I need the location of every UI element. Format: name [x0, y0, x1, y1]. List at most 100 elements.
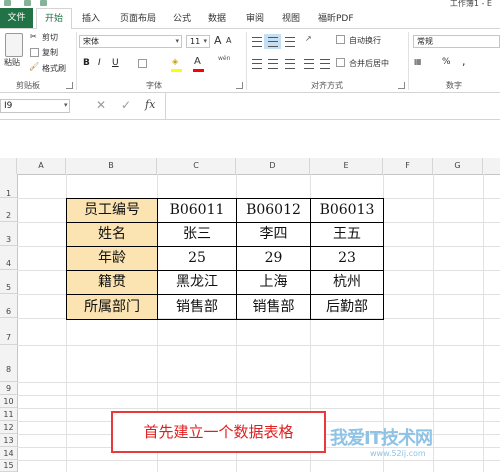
align-bottom-icon[interactable]: [285, 37, 295, 47]
paste-icon[interactable]: [5, 33, 23, 57]
column-header-b[interactable]: B: [66, 158, 157, 174]
row-header-15[interactable]: 15: [0, 460, 17, 472]
underline-button[interactable]: U: [112, 58, 119, 68]
enter-icon[interactable]: ✓: [121, 98, 131, 112]
name-box[interactable]: I9: [0, 99, 70, 113]
grow-font-button[interactable]: A: [214, 34, 222, 47]
cut-button[interactable]: 剪切: [42, 32, 58, 43]
copy-icon[interactable]: [30, 48, 39, 57]
merge-center-icon[interactable]: [336, 58, 345, 67]
copy-button[interactable]: 复制: [42, 47, 58, 58]
row-header-7[interactable]: 7: [0, 318, 17, 345]
tab-insert[interactable]: 插入: [82, 11, 100, 24]
table-cell[interactable]: B06013: [310, 198, 384, 223]
row-header-1[interactable]: 1: [0, 174, 17, 198]
shrink-font-button[interactable]: A: [226, 36, 231, 45]
cut-icon[interactable]: ✂: [30, 32, 37, 41]
comma-button[interactable]: ,: [462, 55, 466, 68]
row-header-9[interactable]: 9: [0, 382, 17, 395]
tab-file[interactable]: 文件: [0, 8, 33, 28]
fill-color-icon[interactable]: ◈: [172, 57, 178, 66]
tab-view[interactable]: 视图: [282, 11, 300, 24]
row-header-2[interactable]: 2: [0, 198, 17, 222]
wrap-text-icon[interactable]: [336, 35, 345, 44]
wrap-text-button[interactable]: 自动换行: [349, 35, 381, 46]
row-header-3[interactable]: 3: [0, 222, 17, 246]
align-right-icon[interactable]: [285, 59, 295, 69]
clipboard-launcher-icon[interactable]: [66, 82, 73, 89]
decrease-indent-icon[interactable]: [304, 59, 314, 69]
tab-foxit-pdf[interactable]: 福昕PDF: [318, 11, 354, 24]
table-cell[interactable]: 张三: [157, 222, 237, 247]
formula-input[interactable]: [165, 93, 500, 119]
row-header-11[interactable]: 11: [0, 408, 17, 421]
paste-button[interactable]: 粘贴: [4, 57, 20, 68]
column-header-e[interactable]: E: [310, 158, 383, 174]
align-top-icon[interactable]: [252, 37, 262, 47]
header-cell-employee-id[interactable]: 员工编号: [66, 198, 158, 223]
table-cell[interactable]: 销售部: [157, 294, 237, 320]
redo-icon[interactable]: [40, 0, 47, 6]
header-cell-age[interactable]: 年龄: [66, 246, 158, 271]
tab-review[interactable]: 审阅: [246, 11, 264, 24]
bold-button[interactable]: B: [83, 58, 90, 68]
table-cell[interactable]: 后勤部: [310, 294, 384, 320]
undo-icon[interactable]: [24, 0, 31, 6]
table-cell[interactable]: B06012: [236, 198, 311, 223]
font-launcher-icon[interactable]: [236, 82, 243, 89]
row-header-5[interactable]: 5: [0, 270, 17, 294]
column-header-a[interactable]: A: [17, 158, 66, 174]
table-cell[interactable]: 王五: [310, 222, 384, 247]
row-header-10[interactable]: 10: [0, 395, 17, 408]
merge-center-button[interactable]: 合并后居中: [349, 58, 389, 69]
table-cell[interactable]: 杭州: [310, 270, 384, 295]
insert-function-icon[interactable]: fx: [145, 98, 155, 111]
column-header-d[interactable]: D: [236, 158, 310, 174]
row-header-14[interactable]: 14: [0, 447, 17, 460]
tab-data[interactable]: 数据: [208, 11, 226, 24]
table-cell[interactable]: B06011: [157, 198, 237, 223]
column-header-c[interactable]: C: [157, 158, 236, 174]
accounting-format-icon[interactable]: ▦: [414, 57, 422, 66]
row-header-4[interactable]: 4: [0, 246, 17, 270]
align-center-icon[interactable]: [268, 59, 278, 69]
row-header-12[interactable]: 12: [0, 421, 17, 434]
table-cell[interactable]: 25: [157, 246, 237, 271]
table-cell[interactable]: 黑龙江: [157, 270, 237, 295]
alignment-launcher-icon[interactable]: [398, 82, 405, 89]
save-icon[interactable]: [4, 0, 11, 6]
format-painter-icon[interactable]: 🖌: [29, 62, 39, 71]
percent-button[interactable]: %: [442, 57, 451, 67]
chevron-down-icon[interactable]: ▾: [64, 101, 68, 109]
align-left-icon[interactable]: [252, 59, 262, 69]
table-cell[interactable]: 李四: [236, 222, 311, 247]
table-cell[interactable]: 23: [310, 246, 384, 271]
tab-formulas[interactable]: 公式: [173, 11, 191, 24]
column-header-f[interactable]: F: [383, 158, 433, 174]
tab-home[interactable]: 开始: [36, 8, 72, 29]
font-size-combo[interactable]: 11 ▾: [186, 35, 210, 48]
header-cell-name[interactable]: 姓名: [66, 222, 158, 247]
row-header-8[interactable]: 8: [0, 345, 17, 382]
row-header-6[interactable]: 6: [0, 294, 17, 318]
borders-icon[interactable]: [138, 59, 147, 68]
select-all-corner[interactable]: [0, 158, 17, 174]
format-painter-button[interactable]: 格式刷: [42, 63, 66, 74]
increase-indent-icon[interactable]: [320, 59, 330, 69]
table-cell[interactable]: 上海: [236, 270, 311, 295]
font-color-icon[interactable]: A: [194, 56, 201, 67]
tab-page-layout[interactable]: 页面布局: [120, 11, 156, 24]
table-cell[interactable]: 29: [236, 246, 311, 271]
row-header-13[interactable]: 13: [0, 434, 17, 447]
column-header-g[interactable]: G: [433, 158, 483, 174]
font-name-combo[interactable]: 宋体 ▾: [79, 35, 182, 48]
phonetic-icon[interactable]: wén: [218, 55, 230, 62]
cancel-icon[interactable]: ✕: [96, 98, 106, 112]
align-middle-icon[interactable]: [268, 37, 278, 47]
number-format-combo[interactable]: 常规: [413, 35, 500, 48]
orientation-icon[interactable]: ↗: [305, 34, 312, 43]
header-cell-department[interactable]: 所属部门: [66, 294, 158, 320]
header-cell-hometown[interactable]: 籍贯: [66, 270, 158, 295]
table-cell[interactable]: 销售部: [236, 294, 311, 320]
italic-button[interactable]: I: [98, 58, 101, 68]
